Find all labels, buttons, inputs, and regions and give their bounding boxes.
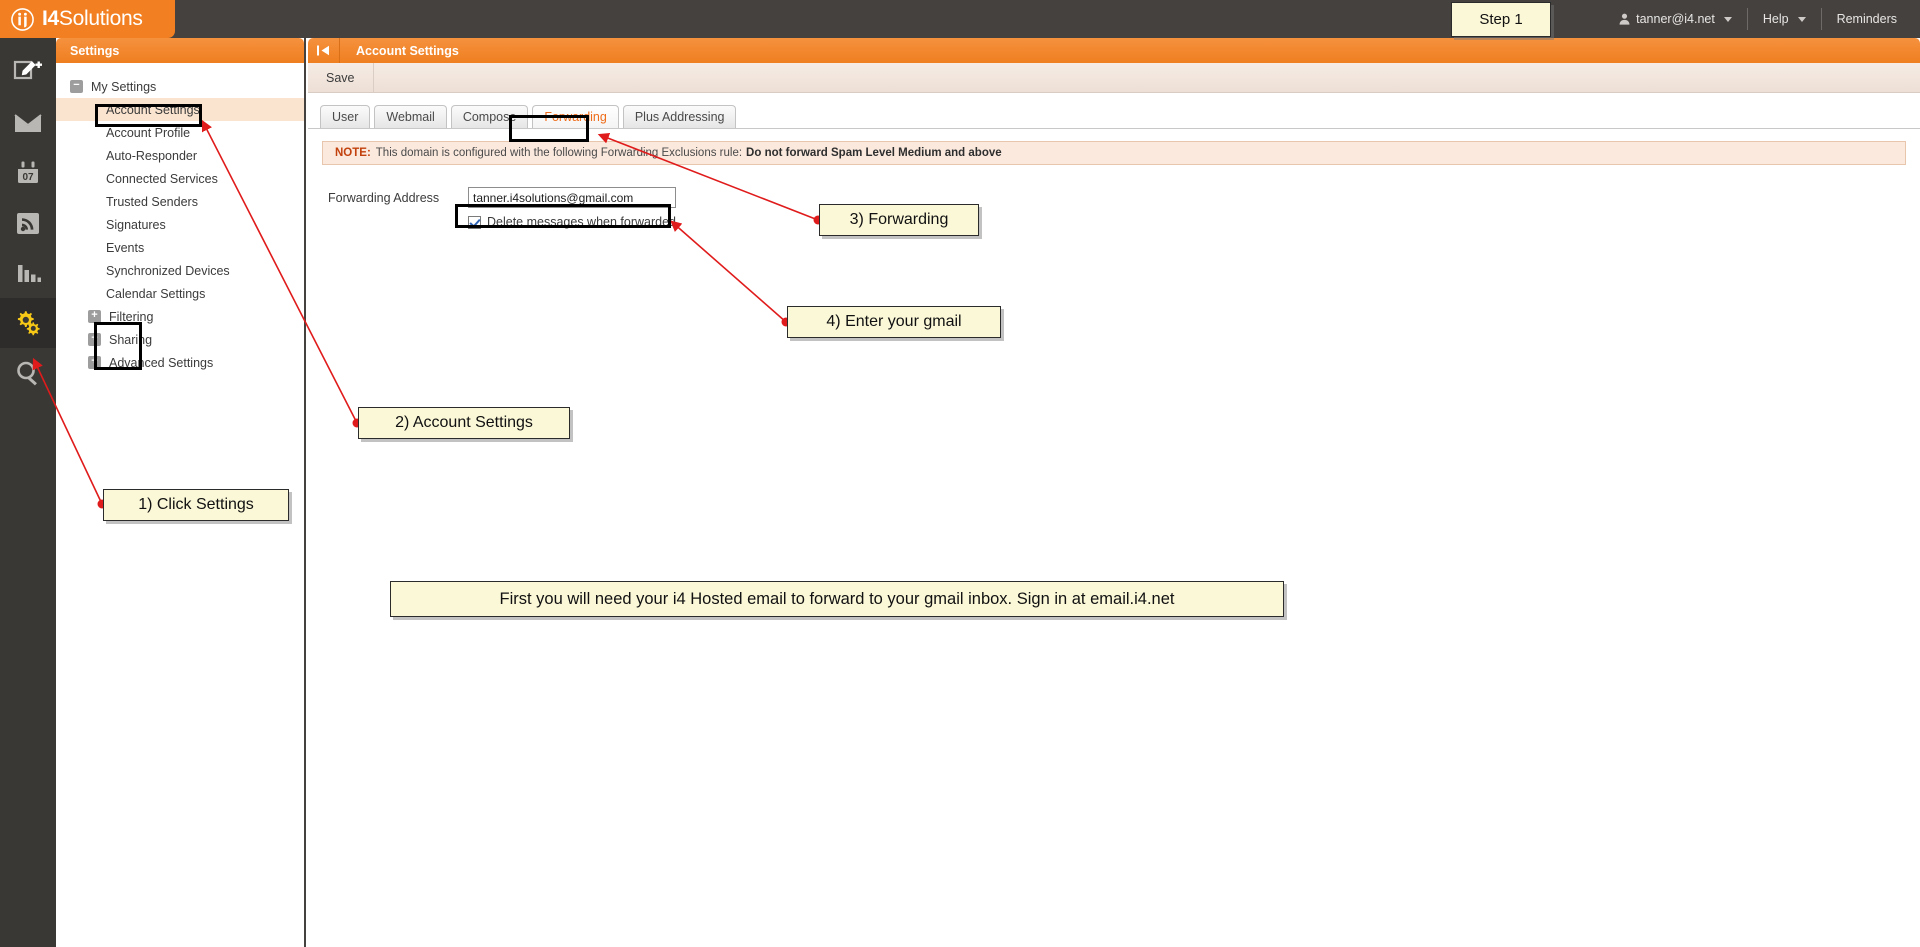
tree-node-label: Trusted Senders: [106, 194, 198, 209]
tree-node-label: Account Settings: [106, 102, 200, 117]
callout-2-account-settings: 2) Account Settings: [358, 407, 570, 439]
tree-node-label: Signatures: [106, 217, 166, 232]
compose-icon: [13, 60, 42, 80]
mail-icon: [14, 114, 42, 132]
top-bar: I4Solutions tanner@i4.net Help Reminders: [0, 0, 1920, 38]
svg-text:07: 07: [22, 172, 34, 183]
callout-3-forwarding: 3) Forwarding: [819, 204, 979, 236]
tree-node-filtering[interactable]: + Filtering: [56, 305, 304, 328]
tree-node-synchronized-devices[interactable]: Synchronized Devices: [56, 259, 304, 282]
left-icon-rail: 07: [0, 38, 56, 947]
tree-node-label: Advanced Settings: [109, 355, 214, 370]
instruction-banner: First you will need your i4 Hosted email…: [390, 581, 1284, 617]
rail-item-settings[interactable]: [0, 298, 56, 348]
top-bar-right-menu: tanner@i4.net Help Reminders: [1604, 0, 1912, 38]
calendar-icon: 07: [18, 161, 38, 183]
chevron-down-icon: [1797, 16, 1806, 22]
delete-messages-label: Delete messages when forwarded: [487, 215, 676, 229]
forwarding-exclusions-note: NOTE: This domain is configured with the…: [322, 141, 1906, 165]
tree-node-label: Filtering: [109, 309, 154, 324]
tree-node-events[interactable]: Events: [56, 236, 304, 259]
tab-forwarding[interactable]: Forwarding: [532, 105, 619, 128]
tree-node-label: Calendar Settings: [106, 286, 206, 301]
expand-toggle-icon[interactable]: +: [88, 356, 101, 369]
collapse-panel-icon: [317, 45, 329, 56]
tree-node-label: Synchronized Devices: [106, 263, 230, 278]
reminders-label: Reminders: [1836, 12, 1897, 26]
tree-node-my-settings[interactable]: − My Settings: [56, 75, 304, 98]
tree-node-label: Connected Services: [106, 171, 218, 186]
circle-i4-logo-icon: [11, 7, 34, 31]
brand-logo-area[interactable]: I4Solutions: [0, 0, 175, 38]
content-header: Account Settings: [308, 38, 1920, 63]
tree-node-label: Events: [106, 240, 145, 255]
content-toolbar: Save: [308, 63, 1920, 93]
help-label: Help: [1762, 12, 1789, 26]
tree-node-label: Auto-Responder: [106, 148, 198, 163]
tree-node-connected-services[interactable]: Connected Services: [56, 167, 304, 190]
settings-tree: − My Settings Account Settings Account P…: [56, 63, 304, 374]
settings-pane-header: Settings: [56, 38, 304, 63]
person-icon: [1619, 13, 1630, 25]
callout-1-click-settings: 1) Click Settings: [103, 489, 289, 521]
tab-plus-addressing[interactable]: Plus Addressing: [622, 105, 737, 128]
brand-name-bold: I4: [42, 7, 59, 30]
brand-name-rest: Solutions: [58, 7, 143, 30]
user-account-menu[interactable]: tanner@i4.net: [1604, 12, 1747, 26]
search-magnifier-icon: [17, 361, 37, 386]
collapse-toggle-icon[interactable]: −: [70, 80, 83, 93]
collapse-panel-button[interactable]: [308, 38, 340, 63]
reminders-menu[interactable]: Reminders: [1822, 12, 1912, 26]
tree-node-trusted-senders[interactable]: Trusted Senders: [56, 190, 304, 213]
help-menu[interactable]: Help: [1748, 12, 1821, 26]
application-window: I4Solutions tanner@i4.net Help Reminders: [0, 0, 1920, 947]
tab-compose[interactable]: Compose: [450, 105, 529, 128]
tree-node-label: Sharing: [109, 332, 153, 347]
rail-item-mail[interactable]: [0, 98, 56, 148]
tree-node-account-profile[interactable]: Account Profile: [56, 121, 304, 144]
note-rule: Do not forward Spam Level Medium and abo…: [746, 147, 1002, 159]
step-badge: Step 1: [1451, 2, 1551, 37]
brand-name: I4Solutions: [42, 7, 143, 31]
tree-node-advanced-settings[interactable]: + Advanced Settings: [56, 351, 304, 374]
chart-bar-icon: [18, 265, 41, 282]
forwarding-address-row: Forwarding Address: [308, 187, 1920, 208]
note-label: NOTE:: [335, 147, 371, 159]
rail-item-search[interactable]: [0, 348, 56, 398]
tree-node-calendar-settings[interactable]: Calendar Settings: [56, 282, 304, 305]
rss-feed-icon: [17, 213, 39, 234]
rail-item-feeds[interactable]: [0, 198, 56, 248]
forwarding-address-label: Forwarding Address: [328, 190, 440, 205]
tree-node-label: My Settings: [91, 79, 157, 94]
tab-user[interactable]: User: [320, 105, 371, 128]
delete-messages-checkbox[interactable]: [468, 215, 481, 229]
rail-item-calendar[interactable]: 07: [0, 148, 56, 198]
tree-node-account-settings[interactable]: Account Settings: [56, 98, 304, 121]
expand-toggle-icon[interactable]: +: [88, 333, 101, 346]
delete-when-forwarded-row[interactable]: Delete messages when forwarded: [308, 215, 1920, 229]
tree-node-sharing[interactable]: + Sharing: [56, 328, 304, 351]
tree-node-signatures[interactable]: Signatures: [56, 213, 304, 236]
tab-webmail[interactable]: Webmail: [374, 105, 447, 128]
user-email-label: tanner@i4.net: [1636, 12, 1715, 26]
callout-4-enter-gmail: 4) Enter your gmail: [787, 306, 1001, 338]
chevron-down-icon: [1723, 16, 1732, 22]
expand-toggle-icon[interactable]: +: [88, 310, 101, 323]
content-pane: Account Settings Save User Webmail Compo…: [308, 38, 1920, 947]
tree-node-auto-responder[interactable]: Auto-Responder: [56, 144, 304, 167]
note-text: This domain is configured with the follo…: [375, 147, 743, 159]
tree-node-label: Account Profile: [106, 125, 191, 140]
rail-item-reports[interactable]: [0, 248, 56, 298]
forwarding-address-input[interactable]: [468, 187, 676, 208]
page-title: Account Settings: [356, 43, 459, 58]
gears-settings-icon: [17, 311, 40, 336]
save-button[interactable]: Save: [308, 63, 374, 92]
tab-strip: User Webmail Compose Forwarding Plus Add…: [308, 99, 1920, 129]
rail-item-compose[interactable]: [0, 48, 56, 98]
